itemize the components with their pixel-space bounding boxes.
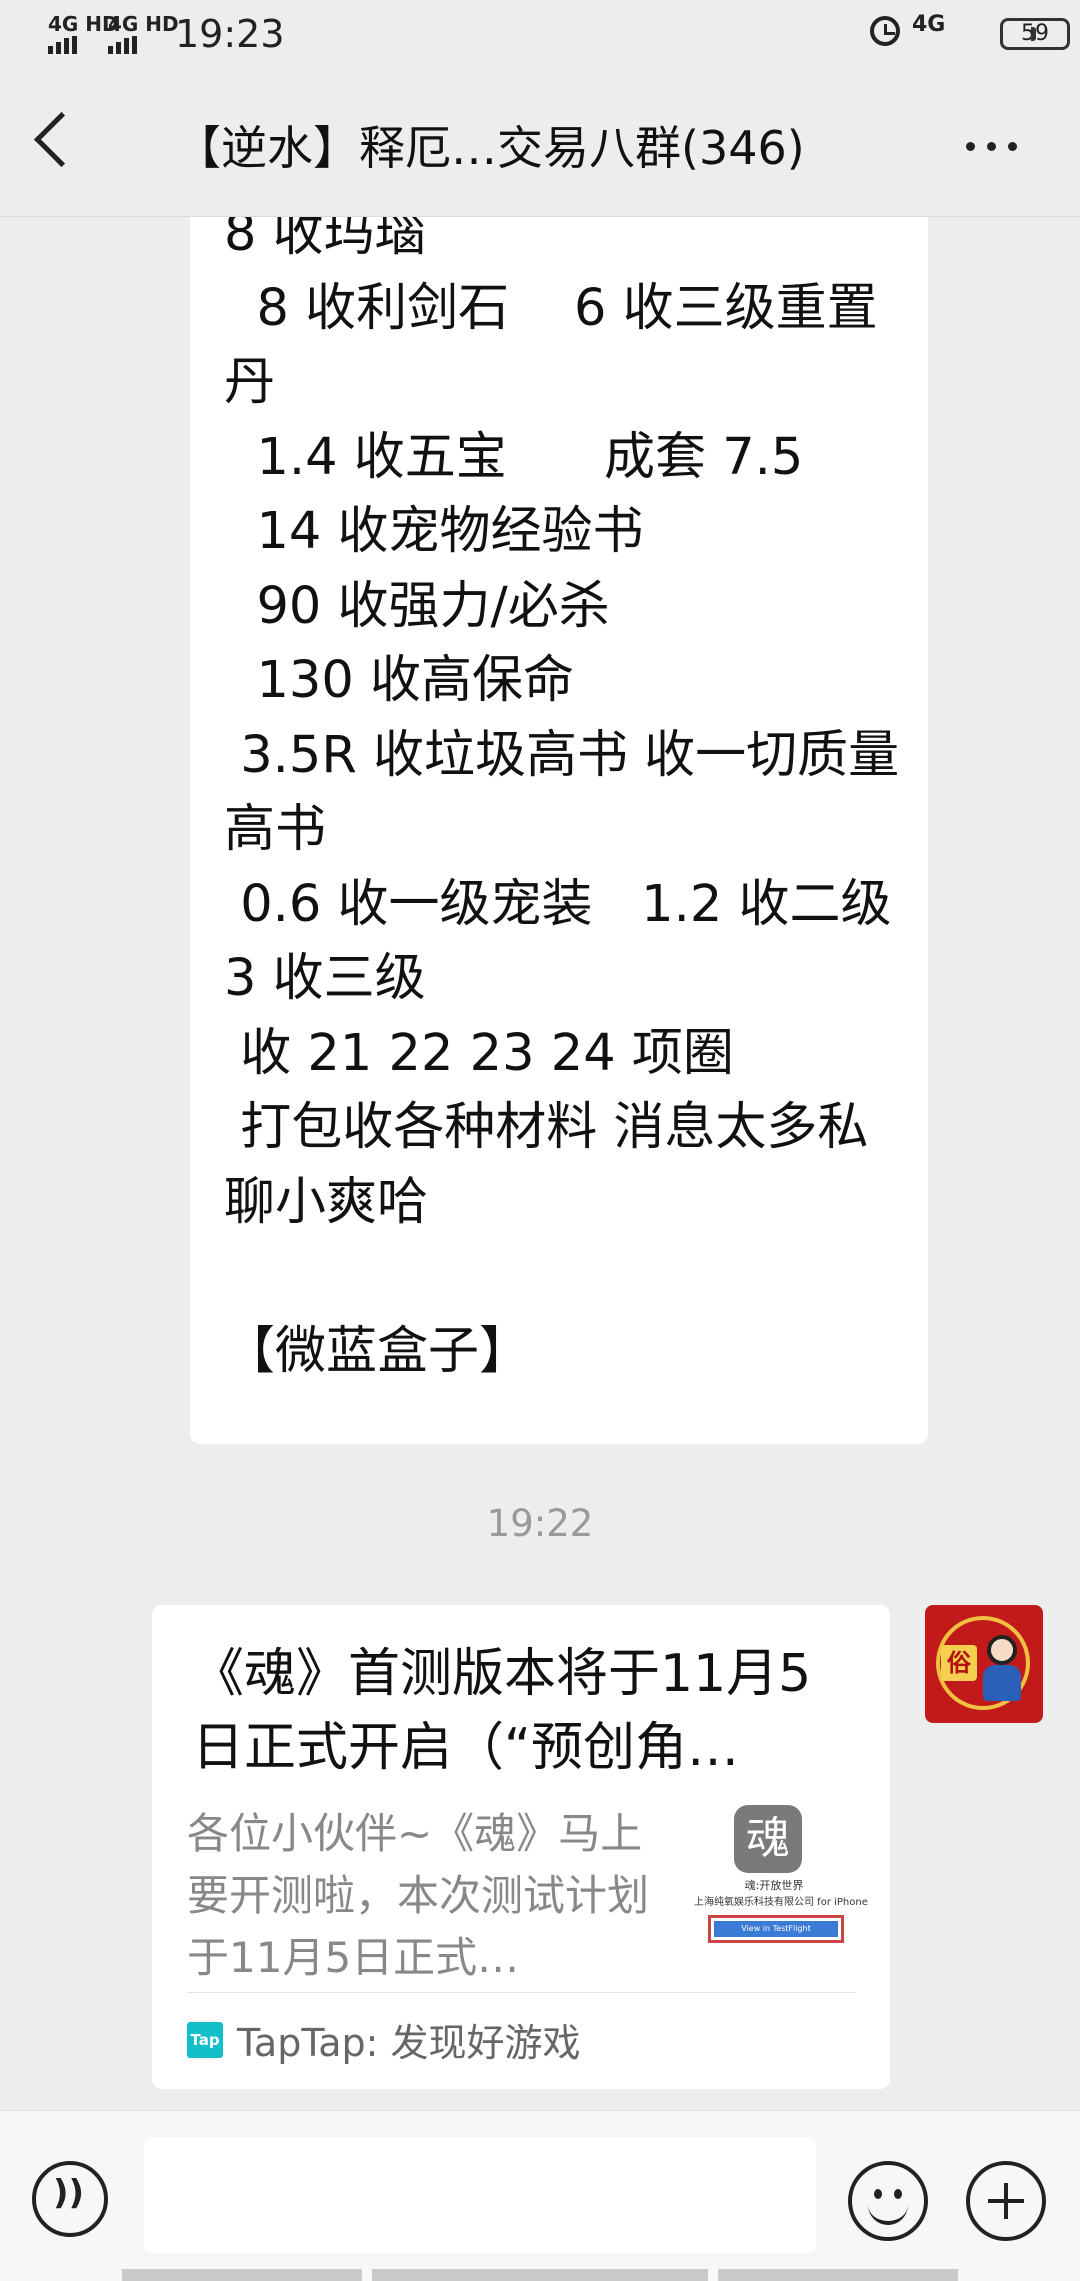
- nav-hint: [122, 2269, 362, 2281]
- link-card[interactable]: 《魂》首测版本将于11月5日正式开启（“预创角… 各位小伙伴~《魂》马上要开测啦…: [152, 1605, 890, 2089]
- alarm-icon: [870, 16, 900, 46]
- thumb-button: View in TestFlight: [708, 1915, 844, 1943]
- chat-header: 【逆水】释厄…交易八群(346): [0, 72, 1080, 217]
- avatar[interactable]: 俗: [925, 1605, 1043, 1723]
- signal-icon-2: 4G HD: [108, 14, 179, 54]
- link-card-thumbnail: 魂 魂:开放世界 上海纯氧娱乐科技有限公司 for iPhone View in…: [694, 1805, 868, 1965]
- more-dots-icon[interactable]: [966, 142, 1017, 151]
- thumb-caption: 魂:开放世界: [744, 1879, 804, 1892]
- message-list[interactable]: 8 收玛瑙 8 收利剑石 6 收三级重置丹 1.4 收五宝 成套 7.5 14 …: [0, 217, 1080, 2110]
- link-card-description: 各位小伙伴~《魂》马上要开测啦，本次测试计划于11月5日正式…: [187, 1809, 650, 1982]
- link-card-source: Tap TapTap: 发现好游戏: [187, 2012, 581, 2067]
- app-icon: 魂: [734, 1805, 802, 1873]
- message-timestamp: 19:22: [486, 1502, 594, 1545]
- status-bar: 4G HD 4G HD 19:23 4G 59: [0, 0, 1080, 72]
- status-time: 19:23: [175, 12, 285, 56]
- message-input[interactable]: [144, 2137, 816, 2253]
- link-card-source-label: TapTap: 发现好游戏: [237, 2021, 581, 2065]
- chat-title[interactable]: 【逆水】释厄…交易八群(346): [175, 112, 875, 178]
- taptap-icon: Tap: [187, 2021, 223, 2058]
- nav-hint: [372, 2269, 708, 2281]
- nav-hint: [718, 2269, 958, 2281]
- divider: [187, 1992, 855, 1993]
- message-text: 8 收玛瑙 8 收利剑石 6 收三级重置丹 1.4 收五宝 成套 7.5 14 …: [224, 217, 900, 1381]
- plus-icon[interactable]: [966, 2161, 1046, 2241]
- battery-tip: [1031, 27, 1036, 41]
- voice-icon[interactable]: [32, 2161, 108, 2237]
- input-bar: [0, 2110, 1080, 2281]
- network-indicator: 4G: [912, 12, 946, 37]
- back-arrow-icon[interactable]: [33, 111, 90, 168]
- link-card-title: 《魂》首测版本将于11月5日正式开启（“预创角…: [192, 1644, 812, 1778]
- emoji-icon[interactable]: [848, 2161, 928, 2241]
- thumb-company: 上海纯氧娱乐科技有限公司 for iPhone: [694, 1897, 868, 1908]
- message-bubble[interactable]: 8 收玛瑙 8 收利剑石 6 收三级重置丹 1.4 收五宝 成套 7.5 14 …: [190, 217, 928, 1444]
